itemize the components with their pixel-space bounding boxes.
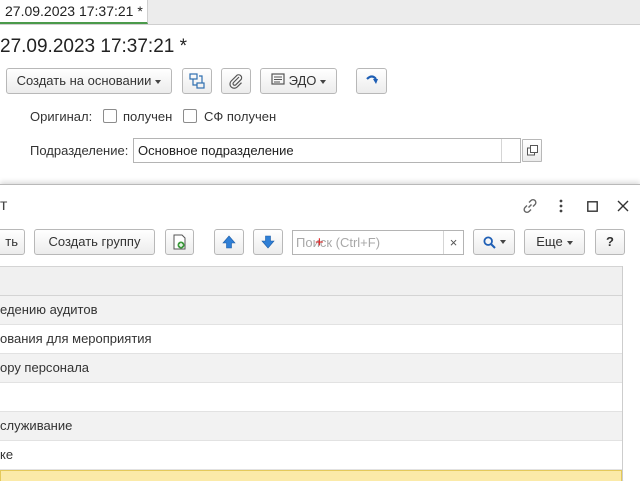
department-dropdown-button[interactable] [501,139,521,162]
table-row-selected[interactable] [0,470,622,481]
search-input[interactable]: Поиск (Ctrl+F) + × [292,230,464,255]
more-label: Еще [536,234,563,249]
curved-arrow-icon [365,75,378,84]
page-title: 27.09.2023 17:37:21 * [0,36,188,57]
sf-received-checkbox[interactable] [183,109,197,123]
attach-button[interactable] [221,68,251,94]
edo-icon [270,70,285,94]
arrow-down-icon [261,235,275,249]
original-label: Оригинал: [30,109,93,124]
structure-icon [189,73,205,89]
structure-button[interactable] [182,68,212,94]
close-icon[interactable] [613,196,633,216]
table-row[interactable] [0,383,622,412]
edo-button[interactable]: ЭДО [260,68,337,94]
clear-search-button[interactable]: × [443,231,463,254]
create-based-on-label: Создать на основании [16,73,152,88]
create-based-on-button[interactable]: Создать на основании [6,68,172,94]
arrow-up-icon [222,235,236,249]
move-up-button[interactable] [214,229,244,255]
chevron-down-icon [499,240,506,244]
link-icon[interactable] [520,196,540,216]
create-group-button[interactable]: Создать группу [34,229,155,255]
tab-document[interactable]: 27.09.2023 17:37:21 * [0,0,148,24]
edo-label: ЭДО [288,73,317,88]
selection-window: т ть Создать группу Поиск (Ctrl+F) + × Е… [0,184,640,481]
chevron-down-icon [566,240,573,245]
sf-received-label: СФ получен [204,109,277,124]
table-row[interactable]: служивание [0,412,622,441]
table-row[interactable]: ке [0,441,622,470]
table-header [0,266,622,296]
create-group-label: Создать группу [48,234,141,249]
search-placeholder: Поиск (Ctrl+F) [296,235,381,250]
window-title: т [0,197,8,214]
add-document-icon [173,234,185,250]
help-label: ? [606,234,614,249]
table-row[interactable]: ования для мероприятия [0,325,622,354]
search-icon [482,235,496,249]
mouse-cursor-icon: + [315,234,324,251]
items-table: едению аудитов ования для мероприятия ор… [0,266,623,481]
received-label: получен [123,109,173,124]
department-field[interactable]: Основное подразделение [133,138,521,163]
maximize-icon[interactable] [582,196,602,216]
vertical-scrollbar[interactable] [624,266,640,481]
create-button[interactable]: ть [0,229,25,255]
paperclip-icon [229,74,243,89]
open-department-button[interactable] [522,139,542,162]
open-window-icon [526,145,538,156]
post-button[interactable] [356,68,387,94]
help-button[interactable]: ? [595,229,625,255]
tab-bar: 27.09.2023 17:37:21 * [0,0,640,25]
create-button-label: ть [5,234,18,249]
department-value: Основное подразделение [138,143,294,158]
chevron-down-icon [155,79,162,84]
copy-button[interactable] [165,229,194,255]
clear-icon: × [449,235,458,250]
department-label: Подразделение: [30,143,129,158]
move-down-button[interactable] [253,229,283,255]
chevron-down-icon [320,79,327,84]
table-row[interactable]: едению аудитов [0,296,622,325]
more-button[interactable]: Еще [524,229,585,255]
search-options-button[interactable] [473,229,515,255]
table-row[interactable]: ору персонала [0,354,622,383]
received-checkbox[interactable] [103,109,117,123]
more-vertical-icon[interactable] [551,196,571,216]
